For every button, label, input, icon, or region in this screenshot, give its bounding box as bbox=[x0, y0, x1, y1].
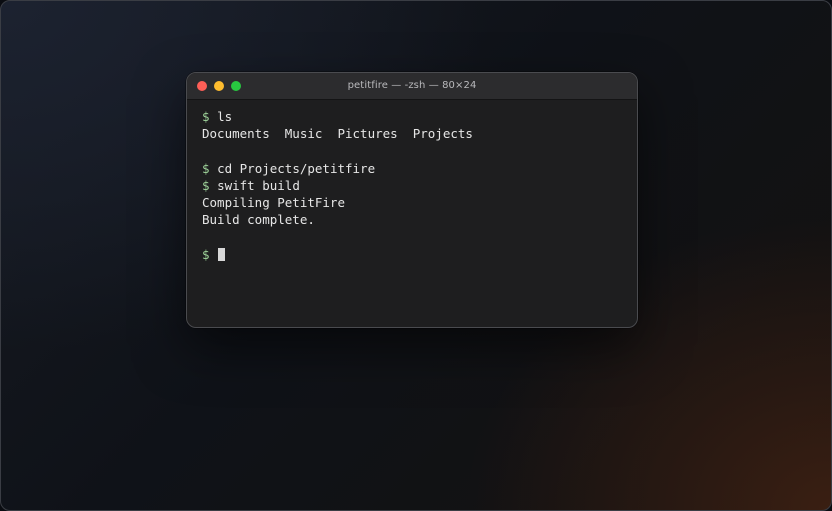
terminal-line: $ swift build bbox=[202, 177, 627, 194]
prompt-symbol: $ bbox=[202, 246, 210, 262]
terminal-input-line[interactable]: $ bbox=[202, 246, 627, 263]
text-cursor bbox=[218, 247, 226, 261]
terminal-line: Documents Music Pictures Projects bbox=[202, 125, 627, 142]
output-text: Documents Music Pictures Projects bbox=[202, 126, 473, 142]
terminal-line: $ cd Projects/petitfire bbox=[202, 160, 627, 177]
title-bar[interactable]: petitfire — -zsh — 80×24 bbox=[187, 73, 637, 100]
terminal-line: $ ls bbox=[202, 108, 627, 125]
terminal-content[interactable]: $ ls Documents Music Pictures Projects $… bbox=[202, 108, 627, 263]
desktop-background: petitfire — -zsh — 80×24 $ ls Documents … bbox=[0, 0, 832, 511]
command-text: ls bbox=[217, 109, 233, 124]
terminal-window[interactable]: petitfire — -zsh — 80×24 $ ls Documents … bbox=[186, 72, 638, 328]
command-text: cd Projects/petitfire bbox=[217, 160, 376, 176]
output-text: Build complete. bbox=[202, 212, 315, 228]
terminal-line: Build complete. bbox=[202, 211, 627, 228]
output-text: Compiling PetitFire bbox=[202, 194, 345, 210]
prompt-symbol: $ bbox=[202, 109, 210, 124]
prompt-symbol: $ bbox=[202, 160, 210, 176]
window-title: petitfire — -zsh — 80×24 bbox=[347, 80, 477, 91]
prompt-symbol: $ bbox=[202, 177, 210, 193]
terminal-line: Compiling PetitFire bbox=[202, 194, 627, 211]
command-text: swift build bbox=[217, 177, 300, 193]
